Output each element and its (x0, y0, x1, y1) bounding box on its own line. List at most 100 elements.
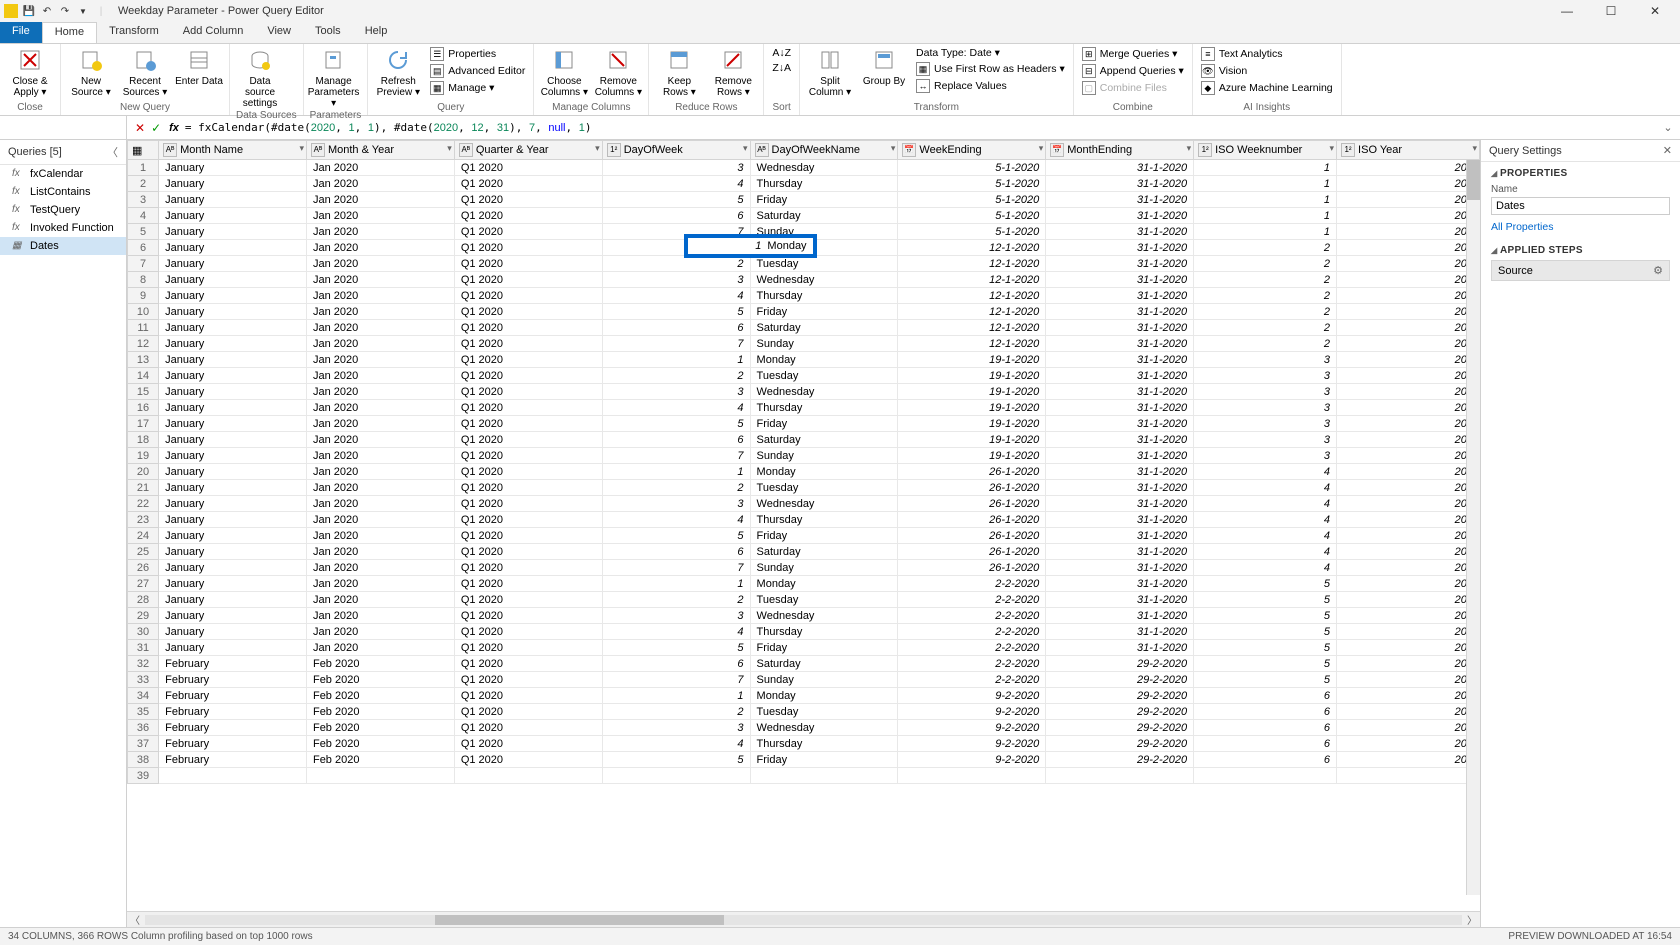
table-row[interactable]: 7JanuaryJan 2020Q1 20202Tuesday12-1-2020… (128, 256, 1480, 272)
cell[interactable]: January (159, 544, 307, 560)
cell[interactable]: Q1 2020 (454, 192, 602, 208)
cell[interactable]: 19-1-2020 (898, 384, 1046, 400)
cell[interactable]: January (159, 608, 307, 624)
cell[interactable]: Q1 2020 (454, 464, 602, 480)
cell[interactable]: 202 (1337, 688, 1480, 704)
cell[interactable]: Sunday (750, 336, 898, 352)
cell[interactable]: 2-2-2020 (898, 656, 1046, 672)
row-number[interactable]: 39 (128, 768, 159, 784)
tab-add-column[interactable]: Add Column (171, 22, 256, 43)
table-row[interactable]: 10JanuaryJan 2020Q1 20205Friday12-1-2020… (128, 304, 1480, 320)
choose-columns-button[interactable]: Choose Columns ▾ (540, 46, 588, 98)
cell[interactable]: 202 (1337, 256, 1480, 272)
cell[interactable]: Jan 2020 (306, 432, 454, 448)
cell[interactable]: Jan 2020 (306, 288, 454, 304)
cell[interactable]: Jan 2020 (306, 576, 454, 592)
row-number[interactable]: 13 (128, 352, 159, 368)
cell[interactable]: 3 (1194, 352, 1337, 368)
row-number[interactable]: 5 (128, 224, 159, 240)
cell[interactable]: 12-1-2020 (898, 336, 1046, 352)
cell[interactable]: 6 (1194, 704, 1337, 720)
cell[interactable]: 4 (1194, 464, 1337, 480)
cell[interactable]: Feb 2020 (306, 736, 454, 752)
cell[interactable]: 3 (602, 608, 750, 624)
column-dropdown-icon[interactable]: ▾ (447, 143, 452, 154)
manage-parameters-button[interactable]: Manage Parameters ▾ (310, 46, 358, 109)
cell[interactable]: Jan 2020 (306, 400, 454, 416)
cell[interactable]: 202 (1337, 336, 1480, 352)
column-header-dayofweek[interactable]: 1²DayOfWeek▾ (602, 141, 750, 160)
row-number[interactable]: 24 (128, 528, 159, 544)
cell[interactable]: Q1 2020 (454, 608, 602, 624)
cell[interactable]: Jan 2020 (306, 384, 454, 400)
cell[interactable]: 19-1-2020 (898, 368, 1046, 384)
column-dropdown-icon[interactable]: ▾ (743, 143, 748, 154)
cell[interactable]: January (159, 256, 307, 272)
row-number[interactable]: 17 (128, 416, 159, 432)
cell[interactable]: Q1 2020 (454, 240, 602, 256)
cell[interactable]: Q1 2020 (454, 544, 602, 560)
cell[interactable]: January (159, 288, 307, 304)
cell[interactable]: Jan 2020 (306, 192, 454, 208)
table-row[interactable]: 5JanuaryJan 2020Q1 20207Sunday5-1-202031… (128, 224, 1480, 240)
cell[interactable]: 6 (602, 544, 750, 560)
cell[interactable]: 5 (1194, 576, 1337, 592)
row-number[interactable]: 6 (128, 240, 159, 256)
maximize-button[interactable]: ☐ (1596, 4, 1626, 18)
table-row[interactable]: 19JanuaryJan 2020Q1 20207Sunday19-1-2020… (128, 448, 1480, 464)
cell[interactable]: 26-1-2020 (898, 528, 1046, 544)
cell[interactable]: Sunday (750, 560, 898, 576)
cell[interactable]: 31-1-2020 (1046, 416, 1194, 432)
row-number[interactable]: 22 (128, 496, 159, 512)
cell[interactable]: 7 (602, 448, 750, 464)
cell[interactable]: Monday (750, 352, 898, 368)
column-header-quarter-year[interactable]: AᴮQuarter & Year▾ (454, 141, 602, 160)
cell[interactable]: Jan 2020 (306, 560, 454, 576)
cell[interactable]: Jan 2020 (306, 352, 454, 368)
row-number[interactable]: 11 (128, 320, 159, 336)
cell[interactable]: January (159, 224, 307, 240)
cell[interactable]: Friday (750, 304, 898, 320)
cell[interactable]: January (159, 176, 307, 192)
table-row[interactable]: 39 (128, 768, 1480, 784)
cell[interactable]: Thursday (750, 736, 898, 752)
cell[interactable]: 2 (1194, 272, 1337, 288)
cell[interactable]: 31-1-2020 (1046, 192, 1194, 208)
cell[interactable]: 2-2-2020 (898, 672, 1046, 688)
remove-rows-button[interactable]: Remove Rows ▾ (709, 46, 757, 98)
cell[interactable]: 3 (1194, 384, 1337, 400)
cell[interactable]: Q1 2020 (454, 368, 602, 384)
vision-button[interactable]: 👁Vision (1199, 63, 1335, 79)
cell[interactable]: Feb 2020 (306, 720, 454, 736)
cell[interactable]: Sunday (750, 224, 898, 240)
cell[interactable]: 202 (1337, 704, 1480, 720)
cell[interactable]: 4 (602, 736, 750, 752)
cell[interactable]: 26-1-2020 (898, 480, 1046, 496)
cell[interactable]: Thursday (750, 400, 898, 416)
sort-desc-button[interactable]: Z↓A (770, 61, 793, 75)
cell[interactable]: 202 (1337, 656, 1480, 672)
cell[interactable]: 29-2-2020 (1046, 672, 1194, 688)
cell[interactable]: Saturday (750, 656, 898, 672)
table-row[interactable]: 23JanuaryJan 2020Q1 20204Thursday26-1-20… (128, 512, 1480, 528)
horizontal-scrollbar[interactable]: 〈 〉 (127, 911, 1480, 927)
cell[interactable]: Jan 2020 (306, 624, 454, 640)
minimize-button[interactable]: — (1552, 4, 1582, 18)
cell[interactable]: 19-1-2020 (898, 432, 1046, 448)
cell[interactable]: 5 (1194, 592, 1337, 608)
table-row[interactable]: 6JanuaryJan 2020Q1 20201Monday12-1-20203… (128, 240, 1480, 256)
cell[interactable]: Thursday (750, 624, 898, 640)
cell[interactable]: 1 (602, 464, 750, 480)
cell[interactable]: Q1 2020 (454, 560, 602, 576)
close-apply-button[interactable]: Close & Apply ▾ (6, 46, 54, 98)
cell[interactable]: Q1 2020 (454, 272, 602, 288)
cell[interactable]: 5 (602, 192, 750, 208)
row-number[interactable]: 28 (128, 592, 159, 608)
cell[interactable]: 3 (1194, 432, 1337, 448)
cell[interactable]: 5 (1194, 672, 1337, 688)
table-row[interactable]: 20JanuaryJan 2020Q1 20201Monday26-1-2020… (128, 464, 1480, 480)
cell[interactable]: January (159, 496, 307, 512)
row-number[interactable]: 29 (128, 608, 159, 624)
cell[interactable]: February (159, 672, 307, 688)
cell[interactable]: Thursday (750, 176, 898, 192)
